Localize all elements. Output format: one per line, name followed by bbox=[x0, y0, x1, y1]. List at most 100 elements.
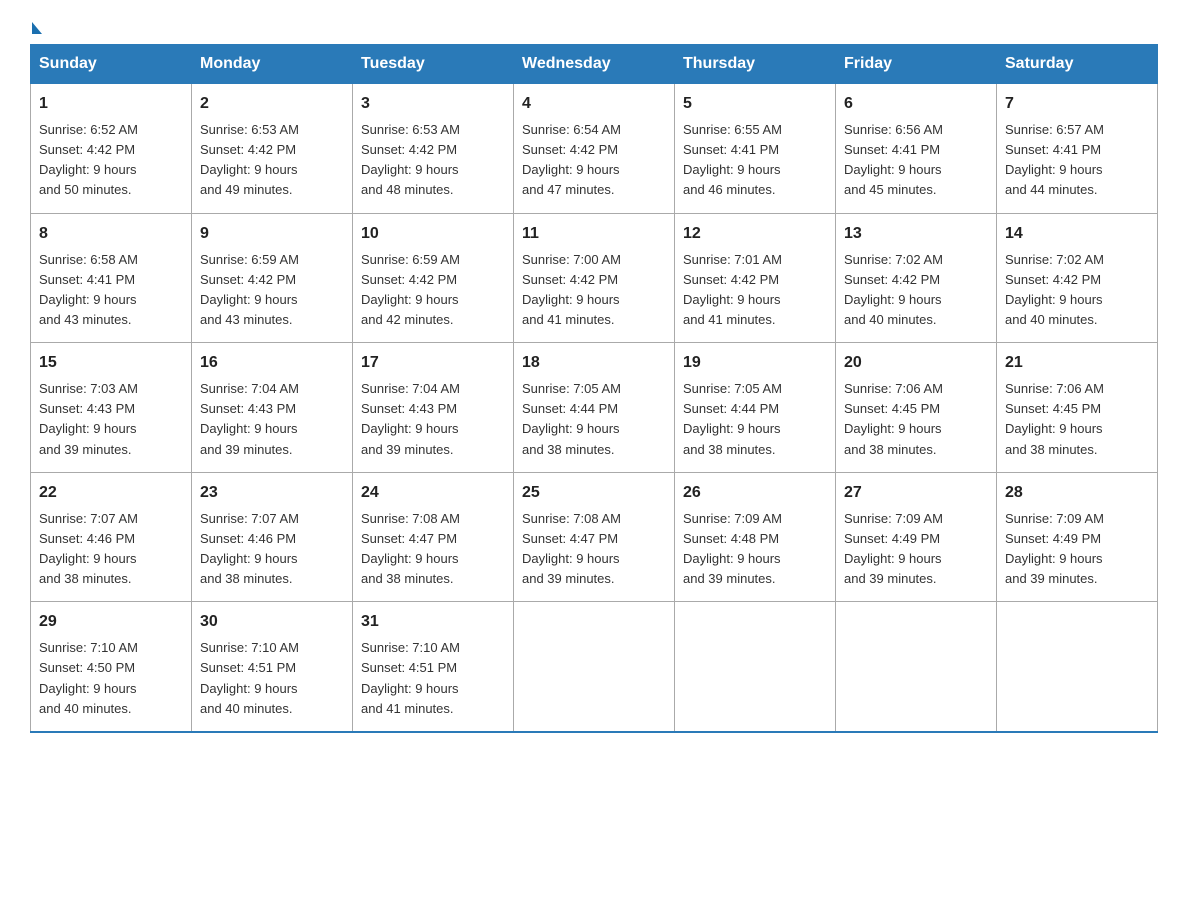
day-number: 13 bbox=[844, 222, 988, 246]
day-number: 26 bbox=[683, 481, 827, 505]
day-number: 8 bbox=[39, 222, 183, 246]
calendar-cell: 16 Sunrise: 7:04 AMSunset: 4:43 PMDaylig… bbox=[192, 343, 353, 473]
day-info: Sunrise: 7:06 AMSunset: 4:45 PMDaylight:… bbox=[844, 381, 943, 456]
logo-triangle-icon bbox=[32, 22, 42, 34]
calendar-col-thursday: Thursday bbox=[675, 45, 836, 84]
day-number: 2 bbox=[200, 92, 344, 116]
calendar-cell bbox=[675, 602, 836, 732]
calendar-week-row: 1 Sunrise: 6:52 AMSunset: 4:42 PMDayligh… bbox=[31, 84, 1158, 214]
calendar-week-row: 8 Sunrise: 6:58 AMSunset: 4:41 PMDayligh… bbox=[31, 213, 1158, 343]
day-number: 18 bbox=[522, 351, 666, 375]
calendar-cell: 9 Sunrise: 6:59 AMSunset: 4:42 PMDayligh… bbox=[192, 213, 353, 343]
calendar-cell: 13 Sunrise: 7:02 AMSunset: 4:42 PMDaylig… bbox=[836, 213, 997, 343]
day-info: Sunrise: 6:55 AMSunset: 4:41 PMDaylight:… bbox=[683, 122, 782, 197]
logo bbox=[30, 20, 42, 34]
calendar-cell: 25 Sunrise: 7:08 AMSunset: 4:47 PMDaylig… bbox=[514, 472, 675, 602]
day-info: Sunrise: 6:59 AMSunset: 4:42 PMDaylight:… bbox=[361, 252, 460, 327]
calendar-cell: 17 Sunrise: 7:04 AMSunset: 4:43 PMDaylig… bbox=[353, 343, 514, 473]
day-info: Sunrise: 7:05 AMSunset: 4:44 PMDaylight:… bbox=[683, 381, 782, 456]
day-info: Sunrise: 6:58 AMSunset: 4:41 PMDaylight:… bbox=[39, 252, 138, 327]
day-info: Sunrise: 6:53 AMSunset: 4:42 PMDaylight:… bbox=[200, 122, 299, 197]
calendar-cell: 20 Sunrise: 7:06 AMSunset: 4:45 PMDaylig… bbox=[836, 343, 997, 473]
calendar-col-wednesday: Wednesday bbox=[514, 45, 675, 84]
calendar-cell: 29 Sunrise: 7:10 AMSunset: 4:50 PMDaylig… bbox=[31, 602, 192, 732]
day-info: Sunrise: 7:00 AMSunset: 4:42 PMDaylight:… bbox=[522, 252, 621, 327]
day-info: Sunrise: 6:59 AMSunset: 4:42 PMDaylight:… bbox=[200, 252, 299, 327]
day-info: Sunrise: 7:08 AMSunset: 4:47 PMDaylight:… bbox=[522, 511, 621, 586]
day-info: Sunrise: 7:04 AMSunset: 4:43 PMDaylight:… bbox=[200, 381, 299, 456]
calendar-cell: 23 Sunrise: 7:07 AMSunset: 4:46 PMDaylig… bbox=[192, 472, 353, 602]
calendar-cell: 21 Sunrise: 7:06 AMSunset: 4:45 PMDaylig… bbox=[997, 343, 1158, 473]
day-number: 25 bbox=[522, 481, 666, 505]
day-info: Sunrise: 7:10 AMSunset: 4:51 PMDaylight:… bbox=[200, 640, 299, 715]
calendar-cell: 28 Sunrise: 7:09 AMSunset: 4:49 PMDaylig… bbox=[997, 472, 1158, 602]
day-number: 15 bbox=[39, 351, 183, 375]
day-info: Sunrise: 7:10 AMSunset: 4:51 PMDaylight:… bbox=[361, 640, 460, 715]
day-number: 23 bbox=[200, 481, 344, 505]
day-info: Sunrise: 7:03 AMSunset: 4:43 PMDaylight:… bbox=[39, 381, 138, 456]
calendar-week-row: 15 Sunrise: 7:03 AMSunset: 4:43 PMDaylig… bbox=[31, 343, 1158, 473]
day-number: 21 bbox=[1005, 351, 1149, 375]
day-info: Sunrise: 7:08 AMSunset: 4:47 PMDaylight:… bbox=[361, 511, 460, 586]
day-number: 5 bbox=[683, 92, 827, 116]
page-header bbox=[30, 20, 1158, 34]
calendar-cell: 26 Sunrise: 7:09 AMSunset: 4:48 PMDaylig… bbox=[675, 472, 836, 602]
day-number: 24 bbox=[361, 481, 505, 505]
day-info: Sunrise: 6:57 AMSunset: 4:41 PMDaylight:… bbox=[1005, 122, 1104, 197]
calendar-cell: 4 Sunrise: 6:54 AMSunset: 4:42 PMDayligh… bbox=[514, 84, 675, 214]
day-info: Sunrise: 7:04 AMSunset: 4:43 PMDaylight:… bbox=[361, 381, 460, 456]
day-number: 17 bbox=[361, 351, 505, 375]
day-info: Sunrise: 7:05 AMSunset: 4:44 PMDaylight:… bbox=[522, 381, 621, 456]
day-number: 14 bbox=[1005, 222, 1149, 246]
day-number: 11 bbox=[522, 222, 666, 246]
day-number: 7 bbox=[1005, 92, 1149, 116]
calendar-cell: 14 Sunrise: 7:02 AMSunset: 4:42 PMDaylig… bbox=[997, 213, 1158, 343]
calendar-cell: 19 Sunrise: 7:05 AMSunset: 4:44 PMDaylig… bbox=[675, 343, 836, 473]
day-number: 22 bbox=[39, 481, 183, 505]
day-info: Sunrise: 6:54 AMSunset: 4:42 PMDaylight:… bbox=[522, 122, 621, 197]
calendar-week-row: 29 Sunrise: 7:10 AMSunset: 4:50 PMDaylig… bbox=[31, 602, 1158, 732]
day-number: 1 bbox=[39, 92, 183, 116]
calendar-cell: 2 Sunrise: 6:53 AMSunset: 4:42 PMDayligh… bbox=[192, 84, 353, 214]
calendar-cell: 24 Sunrise: 7:08 AMSunset: 4:47 PMDaylig… bbox=[353, 472, 514, 602]
day-number: 6 bbox=[844, 92, 988, 116]
calendar-week-row: 22 Sunrise: 7:07 AMSunset: 4:46 PMDaylig… bbox=[31, 472, 1158, 602]
calendar-col-friday: Friday bbox=[836, 45, 997, 84]
day-number: 12 bbox=[683, 222, 827, 246]
day-info: Sunrise: 7:06 AMSunset: 4:45 PMDaylight:… bbox=[1005, 381, 1104, 456]
day-info: Sunrise: 7:09 AMSunset: 4:48 PMDaylight:… bbox=[683, 511, 782, 586]
day-info: Sunrise: 7:01 AMSunset: 4:42 PMDaylight:… bbox=[683, 252, 782, 327]
calendar-cell: 8 Sunrise: 6:58 AMSunset: 4:41 PMDayligh… bbox=[31, 213, 192, 343]
day-info: Sunrise: 7:07 AMSunset: 4:46 PMDaylight:… bbox=[200, 511, 299, 586]
day-number: 31 bbox=[361, 610, 505, 634]
calendar-cell: 3 Sunrise: 6:53 AMSunset: 4:42 PMDayligh… bbox=[353, 84, 514, 214]
calendar-cell: 31 Sunrise: 7:10 AMSunset: 4:51 PMDaylig… bbox=[353, 602, 514, 732]
day-number: 29 bbox=[39, 610, 183, 634]
day-number: 20 bbox=[844, 351, 988, 375]
day-number: 16 bbox=[200, 351, 344, 375]
calendar-cell: 18 Sunrise: 7:05 AMSunset: 4:44 PMDaylig… bbox=[514, 343, 675, 473]
day-info: Sunrise: 7:10 AMSunset: 4:50 PMDaylight:… bbox=[39, 640, 138, 715]
calendar-cell: 30 Sunrise: 7:10 AMSunset: 4:51 PMDaylig… bbox=[192, 602, 353, 732]
day-info: Sunrise: 7:07 AMSunset: 4:46 PMDaylight:… bbox=[39, 511, 138, 586]
calendar-cell: 10 Sunrise: 6:59 AMSunset: 4:42 PMDaylig… bbox=[353, 213, 514, 343]
day-number: 10 bbox=[361, 222, 505, 246]
calendar-col-saturday: Saturday bbox=[997, 45, 1158, 84]
calendar-header-row: SundayMondayTuesdayWednesdayThursdayFrid… bbox=[31, 45, 1158, 84]
calendar-cell: 5 Sunrise: 6:55 AMSunset: 4:41 PMDayligh… bbox=[675, 84, 836, 214]
calendar-cell: 27 Sunrise: 7:09 AMSunset: 4:49 PMDaylig… bbox=[836, 472, 997, 602]
calendar-cell: 22 Sunrise: 7:07 AMSunset: 4:46 PMDaylig… bbox=[31, 472, 192, 602]
day-number: 27 bbox=[844, 481, 988, 505]
calendar-cell: 15 Sunrise: 7:03 AMSunset: 4:43 PMDaylig… bbox=[31, 343, 192, 473]
day-info: Sunrise: 6:56 AMSunset: 4:41 PMDaylight:… bbox=[844, 122, 943, 197]
day-info: Sunrise: 6:53 AMSunset: 4:42 PMDaylight:… bbox=[361, 122, 460, 197]
day-info: Sunrise: 6:52 AMSunset: 4:42 PMDaylight:… bbox=[39, 122, 138, 197]
calendar-cell bbox=[836, 602, 997, 732]
day-number: 4 bbox=[522, 92, 666, 116]
day-info: Sunrise: 7:09 AMSunset: 4:49 PMDaylight:… bbox=[844, 511, 943, 586]
day-number: 30 bbox=[200, 610, 344, 634]
day-info: Sunrise: 7:09 AMSunset: 4:49 PMDaylight:… bbox=[1005, 511, 1104, 586]
calendar-cell: 1 Sunrise: 6:52 AMSunset: 4:42 PMDayligh… bbox=[31, 84, 192, 214]
day-number: 28 bbox=[1005, 481, 1149, 505]
calendar-col-monday: Monday bbox=[192, 45, 353, 84]
